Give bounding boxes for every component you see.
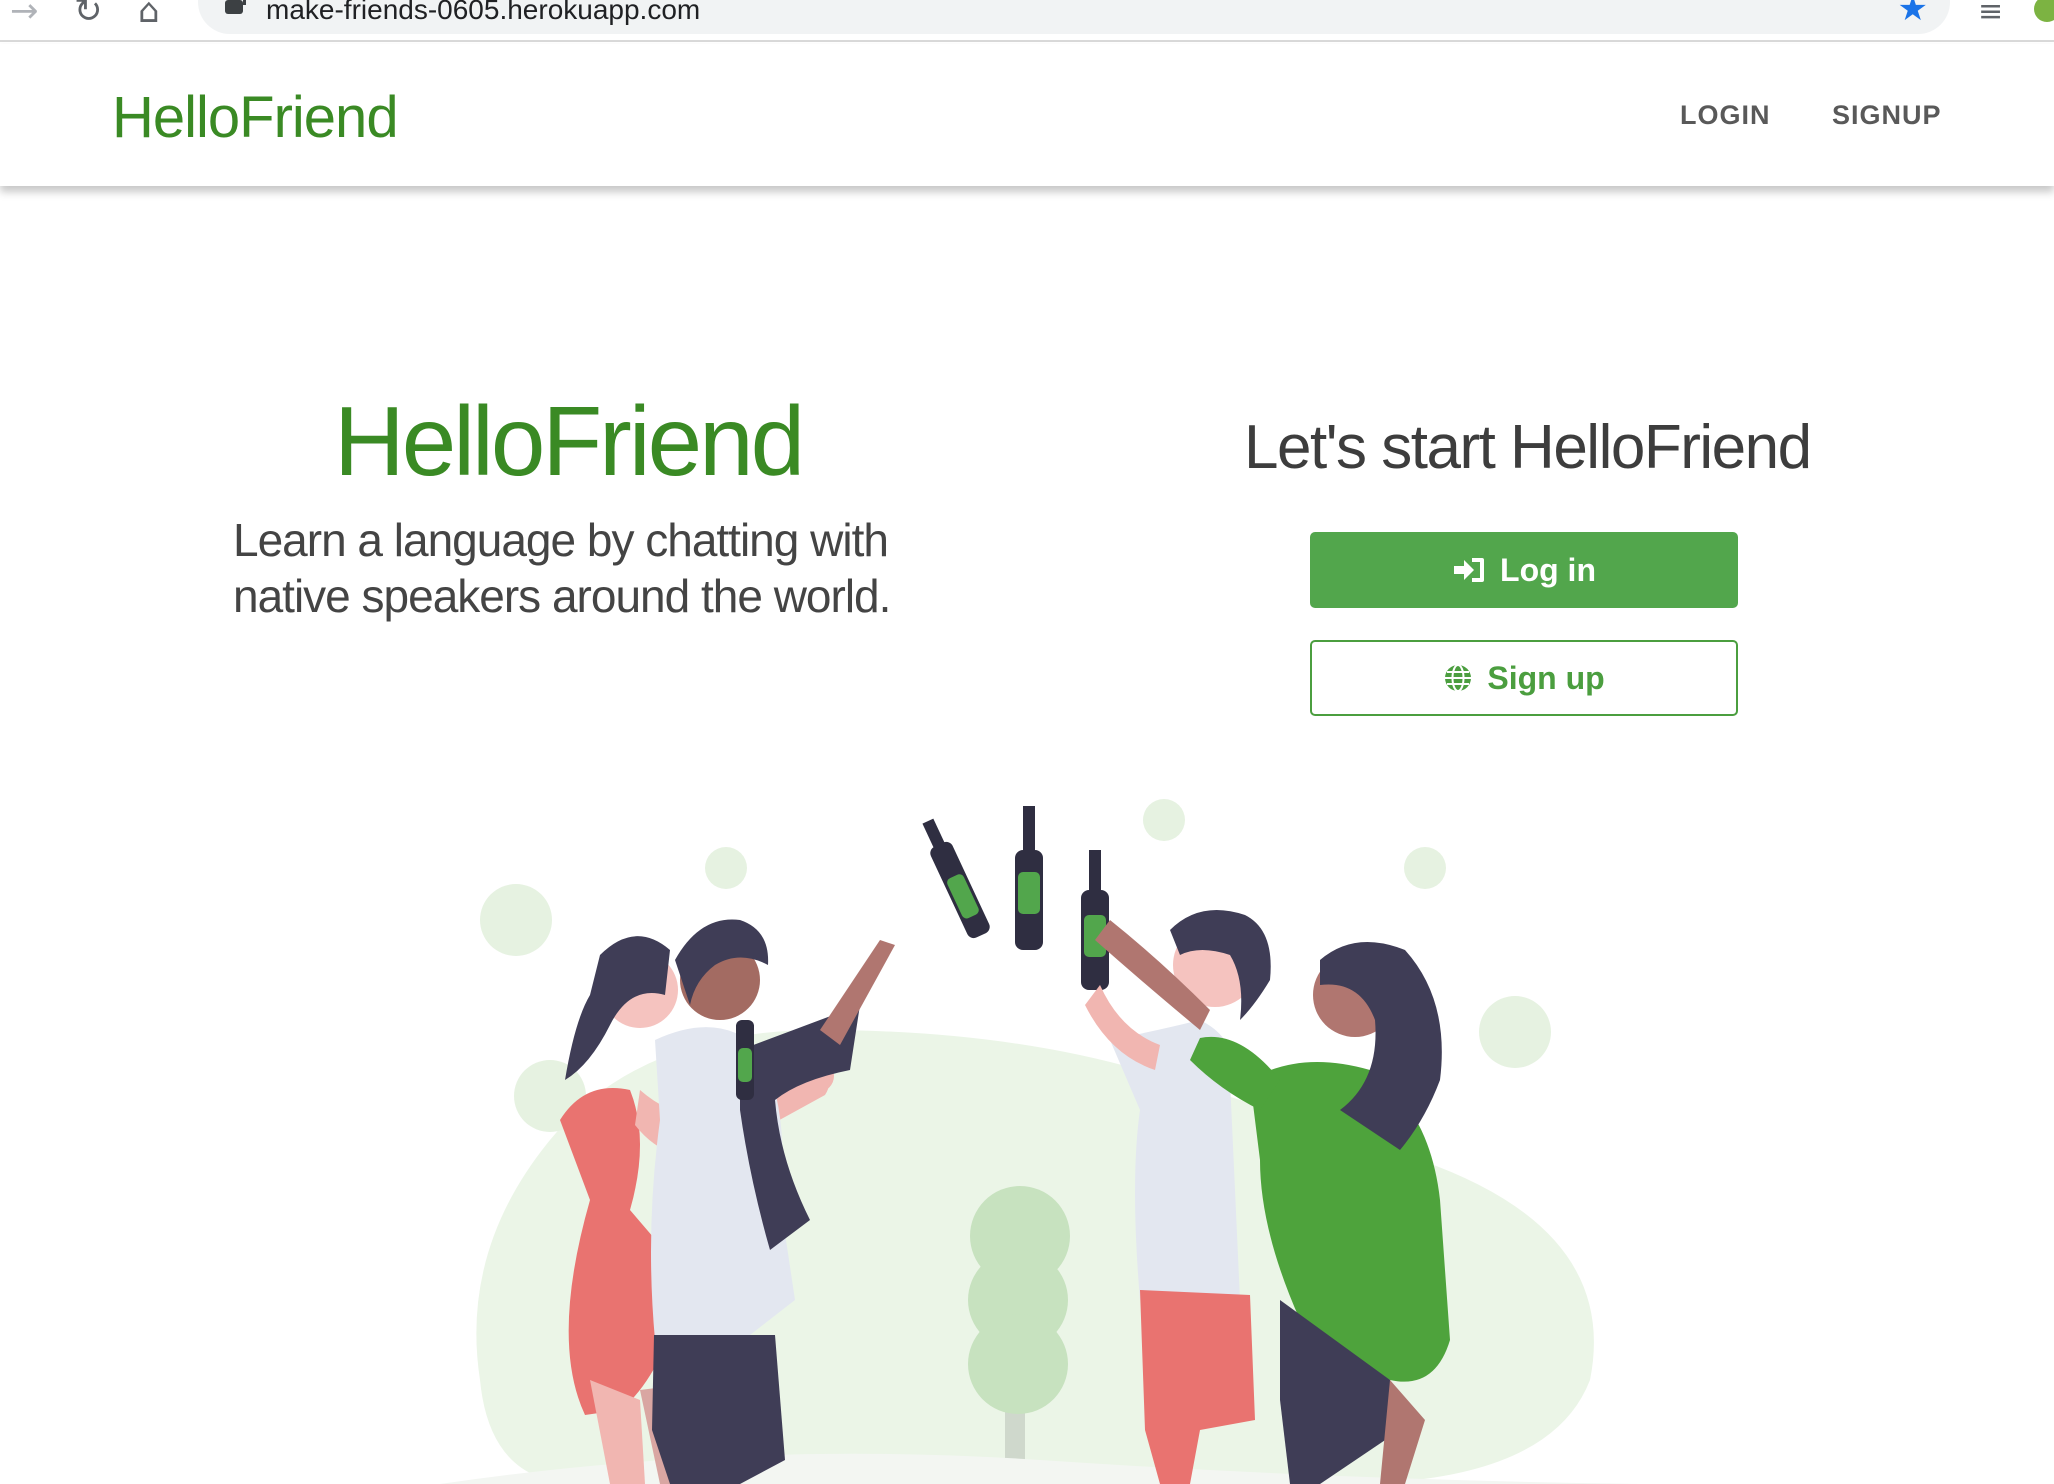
- bush-leaf: [968, 1314, 1068, 1414]
- brand-logo[interactable]: HelloFriend: [112, 84, 399, 151]
- reload-icon[interactable]: ↻: [74, 0, 103, 28]
- hero-title: HelloFriend: [334, 386, 805, 496]
- extension-icon[interactable]: [2034, 0, 2054, 22]
- lock-icon: [225, 0, 246, 14]
- login-button-label: Log in: [1500, 551, 1596, 588]
- bubble-circle: [1404, 847, 1446, 889]
- login-button[interactable]: Log in: [1310, 532, 1738, 608]
- address-bar[interactable]: make-friends-0605.herokuapp.com ★: [198, 0, 1950, 34]
- hero-subtitle: Learn a language by chatting with native…: [233, 512, 953, 624]
- browser-toolbar: → ↻ ⌂ make-friends-0605.herokuapp.com ★ …: [0, 0, 2054, 42]
- signup-button-label: Sign up: [1487, 659, 1605, 696]
- friends-cheers-illustration: [440, 799, 1640, 1484]
- bubble-circle: [705, 847, 747, 889]
- forward-arrow-icon[interactable]: →: [10, 0, 39, 28]
- hero-subtitle-line-1: Learn a language by chatting with: [233, 514, 889, 566]
- site-navbar: HelloFriend LOGIN SIGNUP: [0, 44, 2054, 186]
- signup-button[interactable]: Sign up: [1310, 640, 1738, 716]
- sign-in-icon: [1454, 558, 1485, 582]
- media-queue-icon[interactable]: ≡: [1978, 0, 2003, 29]
- bubble-circle: [480, 884, 552, 956]
- nav-signup-link[interactable]: SIGNUP: [1832, 100, 1942, 131]
- star-icon[interactable]: ★: [1898, 0, 1928, 26]
- home-icon[interactable]: ⌂: [138, 0, 160, 28]
- hero-subtitle-line-2: native speakers around the world.: [233, 570, 891, 622]
- bubble-circle: [1143, 799, 1185, 841]
- nav-login-link[interactable]: LOGIN: [1680, 100, 1771, 131]
- raised-bottles: [922, 806, 1109, 990]
- cta-title: Let's start HelloFriend: [1244, 413, 1812, 482]
- url-text[interactable]: make-friends-0605.herokuapp.com: [266, 0, 700, 24]
- globe-icon: [1445, 664, 1472, 692]
- bubble-circle: [1479, 996, 1551, 1068]
